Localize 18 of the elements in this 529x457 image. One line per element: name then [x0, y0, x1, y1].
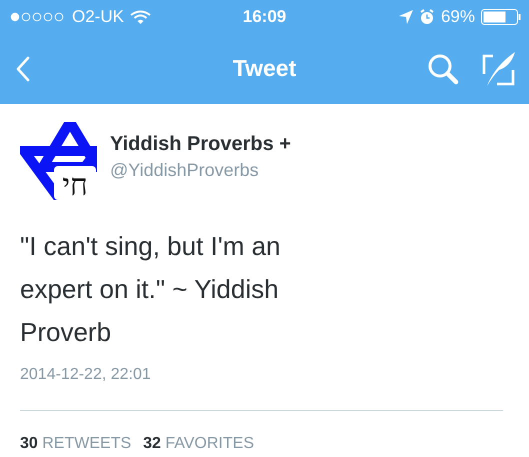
back-button[interactable] — [16, 56, 30, 82]
search-button[interactable] — [427, 52, 459, 84]
stat-count: 30 RETWEETS — [20, 435, 132, 453]
carrier-name: O2-UK — [72, 6, 124, 26]
tweet-timestamp: 2014-12-22, 22:01 — [20, 366, 152, 384]
battery-icon — [481, 8, 521, 24]
stat-count: 32 FAVORITES — [143, 435, 254, 453]
signal-icon — [10, 12, 66, 22]
account-name: Yiddish Proverbs + — [110, 133, 291, 156]
battery-percentage: 69% — [440, 6, 475, 26]
screen-title: Tweet — [232, 55, 296, 82]
account-handle: @YiddishProverbs — [110, 160, 260, 181]
compose-button[interactable] — [481, 52, 515, 86]
tweet-text: "I can't sing, but I'm an expert on it." ~ Yiddish Proverb — [20, 230, 282, 349]
clock-time: 16:09 — [242, 6, 286, 26]
wifi-icon — [130, 10, 151, 24]
alarm-clock-icon — [418, 8, 435, 24]
location-arrow-icon — [398, 10, 413, 24]
